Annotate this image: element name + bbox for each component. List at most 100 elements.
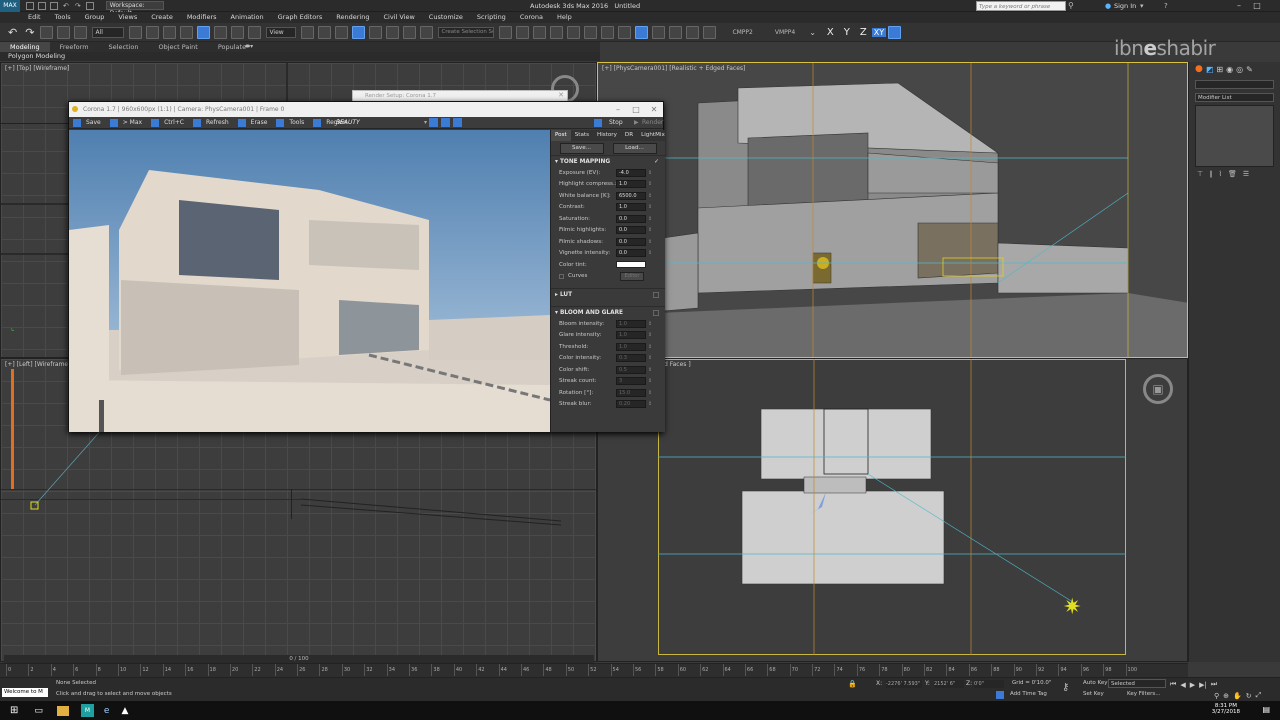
vfb-erase-button[interactable]: Erase	[246, 117, 273, 129]
utilities-tab-icon[interactable]: ✎	[1246, 65, 1253, 74]
ribbon-options-icon[interactable]: ⬬▾	[245, 43, 253, 51]
curves-checkbox[interactable]	[559, 273, 564, 279]
spinner-arrows-icon[interactable]: ⇕	[648, 216, 652, 222]
menu-item-views[interactable]: Views	[111, 12, 144, 23]
key-filters-button[interactable]: Key Filters...	[1127, 691, 1160, 697]
unlink-icon[interactable]	[57, 25, 71, 39]
spinner-arrows-icon[interactable]: ⇕	[648, 321, 652, 327]
activeshade-icon[interactable]	[703, 25, 717, 39]
tone-mapping-spinner[interactable]: 6500.0	[616, 191, 646, 200]
ribbon-tab-freeform[interactable]: Freeform	[50, 42, 99, 52]
ribbon-tab-selection[interactable]: Selection	[99, 42, 149, 52]
set-key-icon[interactable]: ⚷	[1062, 682, 1069, 693]
time-slider[interactable]: 0 / 100	[4, 655, 594, 663]
minimize-icon[interactable]: –	[609, 102, 627, 117]
axis-xy-button[interactable]: XY	[871, 27, 887, 37]
viewcube-icon[interactable]: ▣	[1143, 374, 1173, 404]
checkmark-icon[interactable]: ✓	[654, 156, 659, 168]
make-unique-icon[interactable]: ⌇	[1219, 170, 1222, 178]
menu-item-tools[interactable]: Tools	[48, 12, 78, 23]
spinner-arrows-icon[interactable]: ⇕	[648, 204, 652, 210]
spinner-arrows-icon[interactable]: ⇕	[648, 378, 652, 384]
stop-icon[interactable]	[594, 118, 602, 127]
load-preset-button[interactable]: Load...	[612, 142, 657, 154]
menu-item-scripting[interactable]: Scripting	[470, 12, 513, 23]
spinner-arrows-icon[interactable]: ⇕	[648, 239, 652, 245]
close-icon[interactable]: ✕	[645, 102, 663, 117]
spinner-arrows-icon[interactable]: ⇕	[648, 332, 652, 338]
spinner-arrows-icon[interactable]: ⇕	[648, 401, 652, 407]
edit-named-selection-icon[interactable]	[420, 25, 434, 39]
auto-key-button[interactable]: Auto Key	[1083, 680, 1108, 686]
pan-icon[interactable]: ✋	[1233, 692, 1242, 700]
menu-item-create[interactable]: Create	[144, 12, 180, 23]
menu-item-rendering[interactable]: Rendering	[329, 12, 376, 23]
bloom-glare-spinner[interactable]: 1.0	[616, 331, 646, 340]
menu-item-civil-view[interactable]: Civil View	[376, 12, 421, 23]
vfb-tab-dr[interactable]: DR	[621, 130, 637, 141]
spinner-arrows-icon[interactable]: ⇕	[648, 390, 652, 396]
select-by-name-icon[interactable]	[146, 25, 160, 39]
vfb-ctrl-c-button[interactable]: Ctrl+C	[159, 117, 189, 129]
spinner-arrows-icon[interactable]: ⇕	[648, 170, 652, 176]
maxscript-listener[interactable]: Welcome to M	[2, 688, 48, 697]
spinner-snap-icon[interactable]	[403, 25, 417, 39]
z-coordinate-field[interactable]: 0'0"	[974, 680, 1004, 688]
undo-icon[interactable]: ↶	[63, 2, 69, 10]
minimize-icon[interactable]: –	[1230, 0, 1248, 12]
y-coordinate-field[interactable]: 2152' 6"	[934, 680, 964, 688]
tone-mapping-spinner[interactable]: 0.0	[616, 237, 646, 246]
chevron-down-icon[interactable]: ▾	[1140, 0, 1144, 12]
scale-icon[interactable]	[231, 25, 245, 39]
sign-in-link[interactable]: Sign In	[1114, 0, 1136, 12]
bloom-glare-spinner[interactable]: 0.5	[616, 365, 646, 374]
lock-icon[interactable]: 🔒	[848, 680, 857, 688]
corona-vfb-window[interactable]: Corona 1.7 | 960x600px (1:1) | Camera: P…	[68, 101, 665, 432]
motion-tab-icon[interactable]: ◉	[1226, 65, 1233, 74]
keyboard-shortcut-icon[interactable]	[335, 25, 349, 39]
region-icon[interactable]	[313, 118, 322, 127]
reference-coord-dropdown[interactable]: View	[266, 26, 297, 38]
stop-button[interactable]: Stop	[604, 117, 628, 129]
schematic-view-icon[interactable]	[601, 25, 615, 39]
save-icon[interactable]	[73, 118, 81, 127]
vfb-tab-history[interactable]: History	[593, 130, 621, 141]
zoom-icon[interactable]: ⚲	[1214, 692, 1219, 700]
spinner-arrows-icon[interactable]: ⇕	[648, 181, 652, 187]
menu-item-animation[interactable]: Animation	[224, 12, 271, 23]
curve-editor-icon[interactable]	[584, 25, 598, 39]
zoom-in-icon[interactable]	[441, 118, 450, 127]
play-icon[interactable]: ▶	[1190, 681, 1195, 689]
notifications-icon[interactable]: ▤	[1262, 705, 1270, 714]
create-tab-icon[interactable]: ●	[1195, 64, 1203, 74]
window-crossing-icon[interactable]	[180, 25, 194, 39]
snaps-toggle-icon[interactable]	[352, 25, 366, 39]
key-mode-dropdown[interactable]: Selected	[1108, 679, 1166, 688]
render-button[interactable]: Render	[637, 117, 668, 129]
vfb-tab-post[interactable]: Post	[551, 130, 571, 141]
tone-mapping-spinner[interactable]: 0.0	[616, 249, 646, 258]
mirror-icon[interactable]	[499, 25, 513, 39]
file-explorer-icon[interactable]	[56, 705, 69, 716]
menu-item-corona[interactable]: Corona	[513, 12, 550, 23]
spinner-arrows-icon[interactable]: ⇕	[648, 250, 652, 256]
3dsmax-taskbar-icon[interactable]: M	[80, 704, 94, 717]
lut-checkbox[interactable]	[653, 291, 659, 298]
vfb-refresh-button[interactable]: Refresh	[201, 117, 234, 129]
configure-modifier-sets-icon[interactable]: ☰	[1243, 170, 1249, 178]
maximize-viewport-icon[interactable]: ⤢	[1256, 691, 1262, 700]
max-icon[interactable]	[109, 118, 118, 127]
selection-filter-dropdown[interactable]: All	[92, 26, 125, 38]
new-icon[interactable]	[26, 1, 34, 10]
viewport-top-label[interactable]: [+] [Top] [Wireframe]	[5, 65, 69, 72]
remove-modifier-icon[interactable]: 🗑	[1228, 170, 1237, 178]
undo-icon[interactable]: ↶	[8, 26, 17, 39]
render-element-dropdown[interactable]: BEAUTY	[331, 117, 365, 129]
go-to-end-icon[interactable]: ⏭	[1211, 680, 1217, 689]
bloom-glare-spinner[interactable]: 0.3	[616, 354, 646, 363]
search-input[interactable]: Type a keyword or phrase	[976, 1, 1066, 11]
axis-z-button[interactable]: Z	[860, 27, 867, 38]
axis-y-button[interactable]: Y	[844, 27, 850, 38]
pin-stack-icon[interactable]: ⊤	[1197, 170, 1203, 178]
open-icon[interactable]	[38, 1, 46, 10]
